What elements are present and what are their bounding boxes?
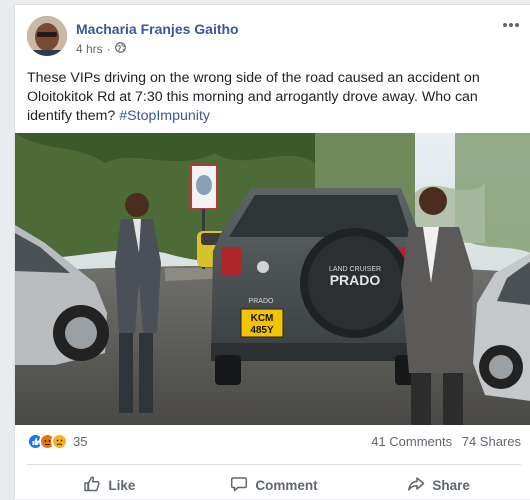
post-stats: 35 41 Comments 74 Shares: [27, 433, 521, 453]
comment-bubble-icon: [230, 475, 248, 496]
hashtag-link[interactable]: #StopImpunity: [119, 108, 210, 124]
comments-count-link[interactable]: 41 Comments: [371, 434, 452, 449]
comment-button[interactable]: Comment: [192, 470, 357, 500]
shares-count-link[interactable]: 74 Shares: [462, 434, 521, 449]
thumbs-up-icon: [83, 475, 101, 496]
tire-cover-brand-text: PRADO: [330, 272, 381, 288]
reactions-summary[interactable]: 35: [27, 433, 87, 450]
avatar[interactable]: [27, 16, 67, 56]
share-label: Share: [432, 477, 470, 493]
post-actions: Like Comment Share: [27, 470, 521, 500]
plate-top: KCM: [251, 313, 274, 324]
author-name[interactable]: Macharia Franjes Gaitho: [76, 21, 239, 37]
post-card: Macharia Franjes Gaitho 4 hrs · These VI…: [14, 4, 530, 499]
post-meta: 4 hrs ·: [76, 42, 126, 56]
comment-label: Comment: [255, 477, 318, 493]
tailgate-badge: PRADO: [249, 298, 274, 305]
like-label: Like: [108, 477, 136, 493]
engagement-counts: 41 Comments 74 Shares: [365, 434, 521, 449]
plate-bottom: 485Y: [250, 325, 274, 336]
post-text: These VIPs driving on the wrong side of …: [27, 69, 521, 126]
sad-reaction-icon: [51, 433, 68, 450]
post-photo[interactable]: LAND CRUISER PRADO PRADO KCM 485Y: [15, 133, 530, 425]
like-button[interactable]: Like: [27, 470, 192, 500]
more-options-icon[interactable]: [501, 19, 521, 35]
action-divider: [27, 464, 521, 465]
reactions-count: 35: [73, 434, 88, 449]
post-body: These VIPs driving on the wrong side of …: [27, 70, 480, 124]
post-header: Macharia Franjes Gaitho 4 hrs ·: [27, 15, 521, 61]
share-arrow-icon: [407, 475, 425, 496]
post-time[interactable]: 4 hrs: [76, 42, 103, 56]
share-button[interactable]: Share: [356, 470, 521, 500]
globe-icon[interactable]: [114, 42, 126, 56]
